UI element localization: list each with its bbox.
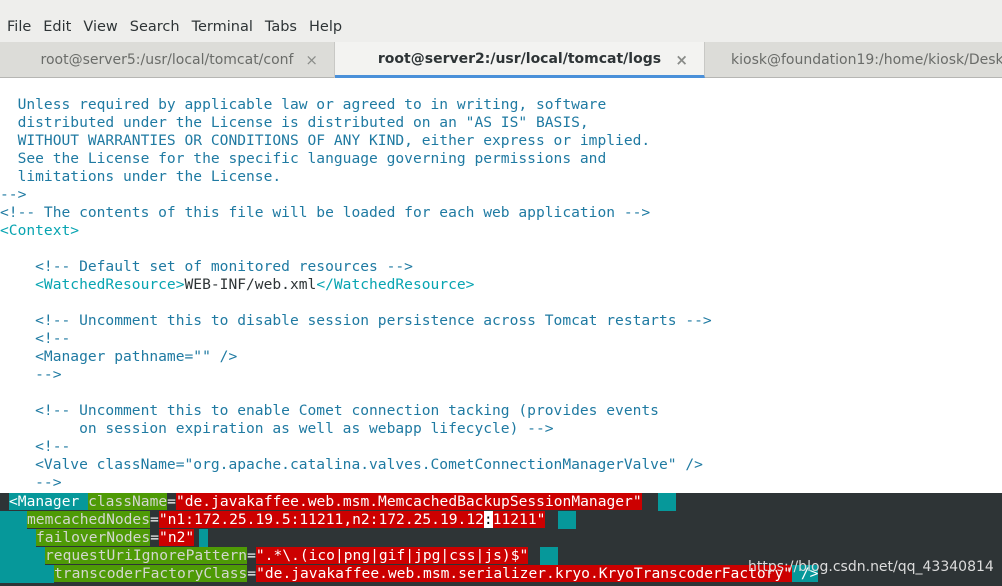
xml-value: "de.javakaffee.web.msm.serializer.kryo.K… — [256, 565, 793, 582]
terminal-line: --> — [0, 474, 62, 491]
menu-terminal[interactable]: Terminal — [192, 19, 253, 35]
menu-view[interactable]: View — [83, 19, 117, 35]
terminal-line: See the License for the specific languag… — [0, 150, 607, 167]
manager-line-4: requestUriIgnorePattern=".*\.(ico|png|gi… — [45, 547, 529, 565]
close-icon[interactable]: × — [675, 51, 688, 69]
tab-label: root@server5:/usr/local/tomcat/conf — [40, 52, 294, 68]
terminal-view[interactable]: Unless required by applicable law or agr… — [0, 79, 1002, 493]
menu-help[interactable]: Help — [309, 19, 342, 35]
terminal-line: Unless required by applicable law or agr… — [0, 96, 607, 113]
indent-block — [0, 511, 27, 529]
xml-value: "de.javakaffee.web.msm.MemcachedBackupSe… — [175, 493, 642, 510]
terminal-line: <Context> — [0, 222, 80, 239]
terminal-line: <Valve className="org.apache.catalina.va… — [0, 456, 703, 473]
terminal-line: <!-- — [0, 438, 71, 455]
terminal-line: <!-- Uncomment this to enable Comet conn… — [0, 402, 659, 419]
menu-file[interactable]: File — [7, 19, 31, 35]
close-icon[interactable]: × — [305, 51, 318, 69]
xml-value: "n2" — [159, 529, 195, 546]
trailing-block — [558, 511, 576, 529]
xml-eq: = — [247, 565, 257, 582]
terminal-line: on session expiration as well as webapp … — [0, 420, 554, 437]
tab-label: kiosk@foundation19:/home/kiosk/Deskt — [731, 52, 1002, 68]
xml-attr: transcoderFactoryClass — [54, 565, 248, 582]
xml-tag: </WatchedResource> — [316, 276, 475, 293]
xml-attr: requestUriIgnorePattern — [45, 547, 248, 564]
menu-edit[interactable]: Edit — [43, 19, 71, 35]
xml-tag: <Manager — [9, 493, 89, 510]
indent-block — [0, 529, 36, 547]
terminal-line: <!-- The contents of this file will be l… — [0, 204, 651, 221]
watermark: https://blog.csdn.net/qq_43340814 — [748, 559, 994, 575]
tab-server5[interactable]: root@server5:/usr/local/tomcat/conf × — [0, 42, 335, 78]
terminal-line: <Manager pathname="" /> — [0, 348, 238, 365]
tab-bar: root@server5:/usr/local/tomcat/conf × ro… — [0, 42, 1002, 78]
terminal-line: limitations under the License. — [0, 168, 282, 185]
trailing-block — [540, 547, 558, 565]
terminal-line: <WatchedResource>WEB-INF/web.xml</Watche… — [0, 276, 474, 294]
manager-line-2: memcachedNodes="n1:172.25.19.5:11211,n2:… — [27, 511, 546, 529]
xml-eq: = — [247, 547, 256, 564]
indent-block — [0, 565, 54, 583]
xml-attr: memcachedNodes — [27, 511, 151, 528]
menu-bar: File Edit View Search Terminal Tabs Help — [0, 0, 1002, 42]
trailing-block — [199, 529, 208, 547]
manager-line-3: failoverNodes="n2" — [36, 529, 195, 547]
xml-value: "n1:172.25.19.5:11211,n2:172.25.19.12 — [158, 511, 484, 528]
xml-value: 11211" — [492, 511, 546, 528]
tab-server2[interactable]: root@server2:/usr/local/tomcat/logs × — [335, 42, 705, 78]
indent-block — [0, 547, 45, 565]
menu-tabs[interactable]: Tabs — [265, 19, 297, 35]
xml-attr: className — [88, 493, 168, 510]
terminal-line: <!-- Default set of monitored resources … — [0, 258, 413, 275]
manager-line-5: transcoderFactoryClass="de.javakaffee.we… — [54, 565, 819, 583]
terminal-line: <!-- Uncomment this to disable session p… — [0, 312, 712, 329]
xml-tag: <WatchedResource> — [0, 276, 185, 293]
xml-attr: failoverNodes — [36, 529, 151, 546]
xml-eq: = — [150, 511, 159, 528]
text-cursor: : — [483, 511, 493, 528]
xml-eq: = — [150, 529, 160, 546]
tab-label: root@server2:/usr/local/tomcat/logs — [377, 50, 662, 67]
trailing-block — [658, 493, 676, 511]
xml-eq: = — [167, 493, 176, 510]
tab-foundation19[interactable]: kiosk@foundation19:/home/kiosk/Deskt — [705, 42, 1002, 78]
xml-value: ".*\.(ico|png|gif|jpg|css|js)$" — [255, 547, 529, 564]
menu-search[interactable]: Search — [130, 19, 180, 35]
terminal-line: --> — [0, 366, 62, 383]
manager-line-1: <Manager className="de.javakaffee.web.ms… — [9, 493, 642, 511]
terminal-line: <!-- — [0, 330, 71, 347]
terminal-line: --> — [0, 186, 27, 203]
terminal-line: distributed under the License is distrib… — [0, 114, 589, 131]
xml-text: WEB-INF/web.xml — [184, 276, 317, 293]
terminal-line: WITHOUT WARRANTIES OR CONDITIONS OF ANY … — [0, 132, 651, 149]
